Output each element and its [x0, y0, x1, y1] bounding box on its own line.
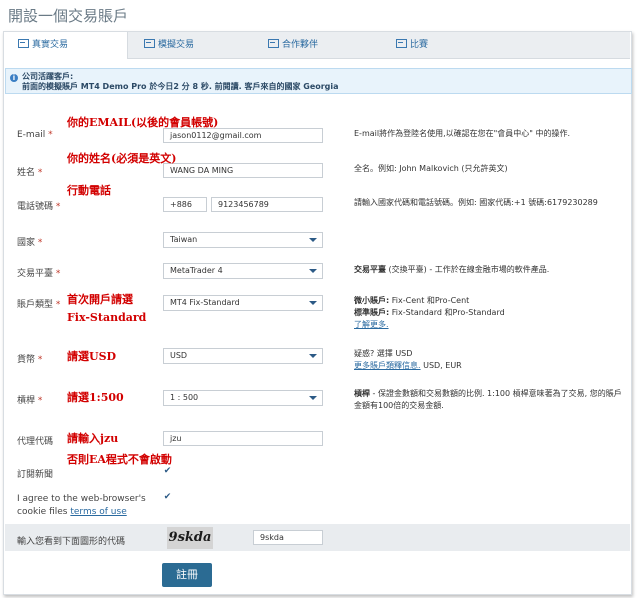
tab-partner-icon	[268, 39, 279, 48]
account-type-note-standard: 標準賬戶: Fix-Standard 和Pro-Standard	[354, 308, 505, 317]
agent-code-field[interactable]: jzu	[163, 431, 323, 446]
agree-text-line1: I agree to the web-browser's	[17, 494, 146, 504]
newsletter-label: 訂閱新聞	[17, 470, 54, 480]
currency-label: 貨幣 *	[17, 355, 43, 365]
captcha-image: 9skda	[167, 527, 213, 549]
currency-select[interactable]: USD	[163, 348, 323, 364]
tab-contest[interactable]: 比賽	[396, 32, 428, 58]
leverage-note: 槓桿 - 保證金數額和交易數額的比例. 1:100 槓桿意味著為了交易, 您的賬…	[354, 389, 622, 410]
tab-demo-icon	[144, 39, 155, 48]
email-label: E-mail *	[17, 130, 53, 140]
annotation-email: 你的EMAIL(以後的會員帳號)	[67, 116, 219, 129]
terms-of-use-link[interactable]: terms of use	[70, 507, 126, 517]
tab-real-icon	[18, 39, 29, 48]
register-button[interactable]: 註冊	[162, 563, 212, 587]
annotation-currency: 請選USD	[67, 350, 117, 363]
currency-note-more: 更多賬戶類釋信息. USD, EUR	[354, 361, 462, 370]
country-label: 國家 *	[17, 238, 43, 248]
annotation-agent-2: 否則EA程式不會啟動	[67, 453, 172, 466]
notice-text: 前面的模擬賬戶 MT4 Demo Pro 於今日2 分 8 秒. 前閱讀. 客戶…	[22, 82, 339, 91]
name-note: 全名。例如: John Malkovich (只允許英文)	[354, 164, 508, 173]
annotation-agent-1: 請輸入jzu	[67, 432, 119, 445]
tab-demo[interactable]: 模擬交易	[144, 32, 194, 58]
annotation-name: 你的姓名(必須是英文)	[67, 152, 177, 165]
chevron-down-icon	[309, 301, 317, 305]
account-type-note-micro: 微小賬戶: Fix-Cent 和Pro-Cent	[354, 296, 470, 305]
agent-code-label: 代理代碼	[17, 437, 54, 447]
annotation-account-type-1: 首次開戶請選	[67, 293, 133, 306]
leverage-select[interactable]: 1 : 500	[163, 390, 323, 406]
phone-label: 電話號碼 *	[17, 202, 61, 212]
email-field[interactable]: jason0112@gmail.com	[163, 128, 323, 143]
name-field[interactable]: WANG DA MING	[163, 163, 323, 178]
info-icon: i	[10, 74, 18, 82]
agree-checkbox[interactable]: ✔	[163, 493, 172, 502]
phone-country-code-field[interactable]: +886	[163, 197, 207, 212]
annotation-account-type-2: Fix-Standard	[67, 311, 147, 324]
tab-partner[interactable]: 合作夥伴	[268, 32, 318, 58]
phone-note: 請輸入國家代碼和電話號碼。例如: 國家代碼:+1 號碼:6179230289	[354, 198, 598, 207]
name-label: 姓名 *	[17, 168, 43, 178]
chevron-down-icon	[309, 396, 317, 400]
captcha-input[interactable]: 9skda	[253, 530, 323, 545]
currency-info-link[interactable]: 更多賬戶類釋信息.	[354, 361, 421, 370]
platform-label: 交易平臺 *	[17, 269, 61, 279]
account-type-label: 賬戶類型 *	[17, 300, 61, 310]
email-note: E-mail將作為登陸名使用,以確認在您在"會員中心" 中的操作.	[354, 129, 571, 138]
chevron-down-icon	[309, 354, 317, 358]
account-type-tabs: 真實交易 模擬交易 合作夥伴 比賽	[4, 32, 630, 59]
tab-real[interactable]: 真實交易	[4, 32, 128, 59]
currency-note: 疑惑? 選擇 USD	[354, 349, 413, 358]
platform-note: 交易平臺 (交換平臺) - 工作於在線金融市場的軟件產品.	[354, 265, 550, 274]
learn-more-link[interactable]: 了解更多.	[354, 319, 389, 331]
platform-select[interactable]: MetaTrader 4	[163, 263, 323, 279]
captcha-label: 輸入您看到下面圖形的代碼	[17, 537, 126, 547]
agree-text-line2: cookie files terms of use	[17, 507, 127, 517]
country-select[interactable]: Taiwan	[163, 232, 323, 248]
page-title: 開設一個交易賬戶	[8, 7, 129, 25]
chevron-down-icon	[309, 238, 317, 242]
leverage-label: 槓桿 *	[17, 396, 43, 406]
phone-number-field[interactable]: 9123456789	[211, 197, 323, 212]
active-client-notice: i 公司活躍客戶: 前面的模擬賬戶 MT4 Demo Pro 於今日2 分 8 …	[5, 68, 632, 94]
annotation-phone: 行動電話	[67, 184, 111, 197]
tab-contest-icon	[396, 39, 407, 48]
account-type-select[interactable]: MT4 Fix-Standard	[163, 295, 323, 311]
annotation-leverage: 請選1:500	[67, 391, 124, 404]
newsletter-checkbox[interactable]: ✔	[163, 467, 172, 476]
chevron-down-icon	[309, 269, 317, 273]
